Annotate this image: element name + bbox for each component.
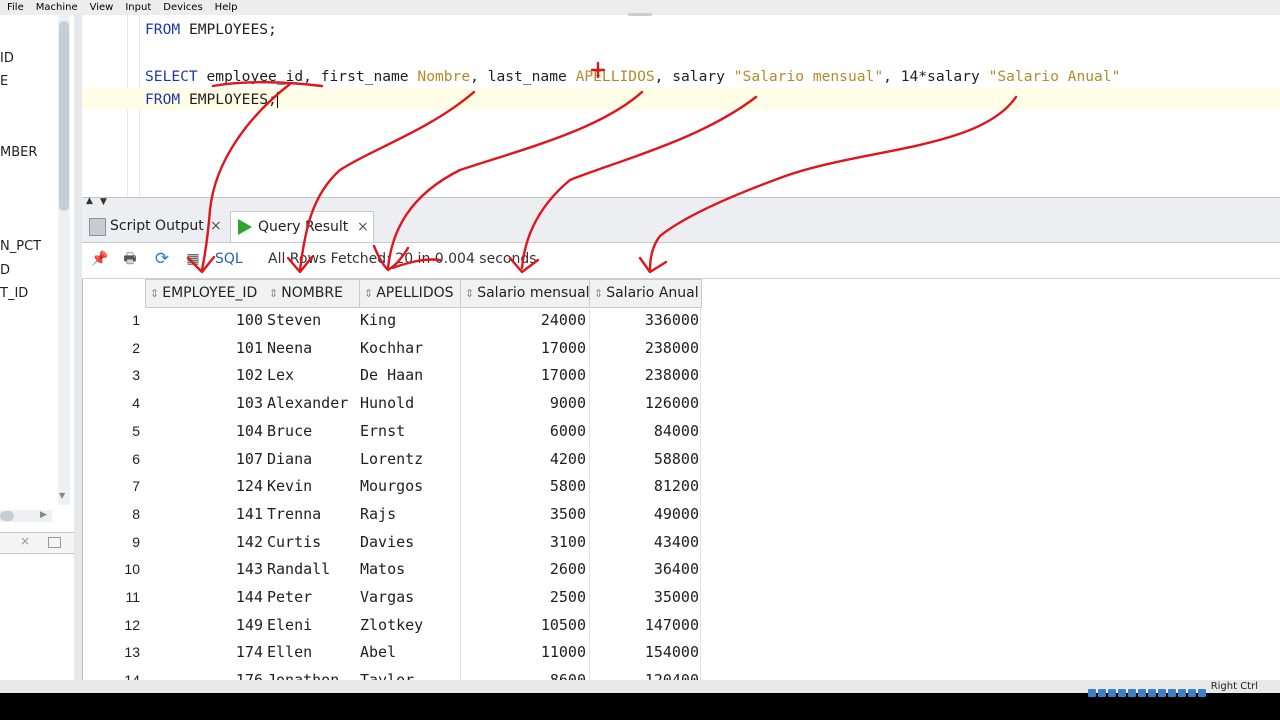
arrow-icon[interactable]: [1198, 689, 1206, 697]
disk-icon[interactable]: [1098, 689, 1106, 697]
host-key-label: Right Ctrl: [1210, 681, 1258, 692]
hand-drawn-arrows-annotation: [186, 61, 1018, 274]
usb-icon[interactable]: [1088, 689, 1096, 697]
optical-icon[interactable]: [1108, 689, 1116, 697]
arrow-employee-id: [200, 82, 292, 272]
network-icon[interactable]: [1128, 689, 1136, 697]
display-icon[interactable]: [1148, 689, 1156, 697]
capture-icon[interactable]: [1158, 689, 1166, 697]
keyboard-icon[interactable]: [1188, 689, 1196, 697]
virtualbox-window: File Machine View Input Devices Help ID E MBE…: [0, 0, 1280, 693]
underline-stroke: [211, 81, 324, 88]
vm-device-icons: [1086, 682, 1206, 697]
mouse-icon[interactable]: [1178, 689, 1186, 697]
shared-folder-icon[interactable]: [1138, 689, 1146, 697]
plus-mark: [590, 61, 606, 79]
audio-icon[interactable]: [1118, 689, 1126, 697]
cpu-icon[interactable]: [1168, 689, 1176, 697]
vm-status-bar: Right Ctrl: [0, 680, 1280, 697]
